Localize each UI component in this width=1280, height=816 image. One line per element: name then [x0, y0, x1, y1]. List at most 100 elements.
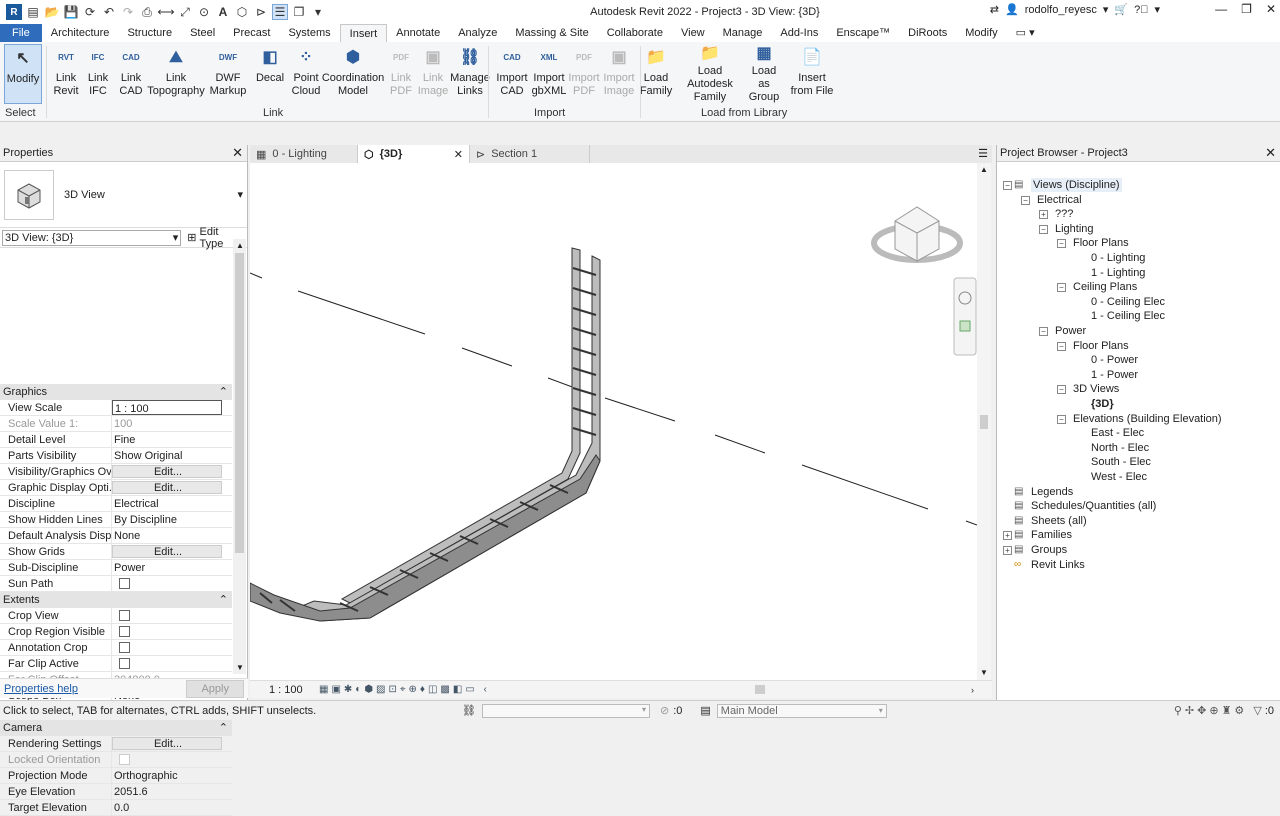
browser-node-schedules-quantities-all[interactable]: Schedules/Quantities (all) — [1031, 499, 1156, 513]
property-value[interactable]: Electrical — [112, 496, 232, 511]
browser-node-1-lighting[interactable]: 1 - Lighting — [1091, 266, 1145, 280]
property-value[interactable]: Fine — [112, 432, 232, 447]
collapse-icon[interactable]: ⌃ — [219, 384, 228, 400]
ribbon-tab-collaborate[interactable]: Collaborate — [598, 24, 672, 42]
ribbon-button-modify[interactable]: ↖ Modify — [4, 44, 42, 104]
property-value[interactable]: Orthographic — [112, 768, 232, 783]
property-value[interactable]: Power — [112, 560, 232, 575]
ribbon-tab-diroots[interactable]: DiRoots — [899, 24, 956, 42]
selection-filter-icons[interactable]: ⚲✢✥⊕♜⚙ ▽ — [1174, 704, 1265, 717]
redo-icon[interactable]: ↷ — [120, 4, 136, 20]
ribbon-tab-modify[interactable]: Modify — [956, 24, 1006, 42]
property-value[interactable]: Show Original — [112, 448, 232, 463]
revit-logo-icon[interactable]: R — [6, 4, 22, 20]
design-options-icon[interactable]: ▤ — [700, 704, 710, 717]
dimension-icon[interactable]: ⤢ — [177, 4, 193, 20]
property-edit-button[interactable]: Edit... — [112, 481, 222, 494]
ribbon-tab-architecture[interactable]: Architecture — [42, 24, 119, 42]
switch-windows-icon[interactable]: ❐ — [291, 4, 307, 20]
property-edit-button[interactable]: Edit... — [112, 465, 222, 478]
browser-node-revit-links[interactable]: Revit Links — [1031, 558, 1085, 572]
tag-icon[interactable]: ⊙ — [196, 4, 212, 20]
property-category[interactable]: Camera ⌃ — [0, 720, 232, 736]
ribbon-tab-add-ins[interactable]: Add-Ins — [771, 24, 827, 42]
browser-node-0-lighting[interactable]: 0 - Lighting — [1091, 251, 1145, 265]
property-value[interactable]: 2051.6 — [112, 784, 232, 799]
ribbon-tab-structure[interactable]: Structure — [118, 24, 181, 42]
browser-node-3d[interactable]: {3D} — [1091, 397, 1114, 411]
ribbon-button-load-autodesk-family[interactable]: 📁 Load Autodesk Family — [676, 44, 744, 104]
browser-node-sheets-all[interactable]: Sheets (all) — [1031, 514, 1087, 528]
property-value[interactable]: 0.0 — [112, 800, 232, 815]
view-scale[interactable]: 1 : 100 — [269, 684, 319, 696]
viewport-vertical-scrollbar[interactable]: ▲ ▼ — [977, 163, 991, 680]
sync-icon[interactable]: ⟳ — [82, 4, 98, 20]
horizontal-scrollbar[interactable] — [755, 685, 765, 694]
chevron-down-icon[interactable]: ▾ — [1103, 3, 1109, 16]
browser-node-ceiling-plans[interactable]: Ceiling Plans — [1073, 280, 1137, 294]
property-checkbox[interactable] — [119, 658, 130, 669]
ribbon-button-link-revit[interactable]: RVT Link Revit — [50, 44, 82, 104]
property-value[interactable]: By Discipline — [112, 512, 232, 527]
tree-toggle-icon[interactable]: + — [1003, 531, 1012, 541]
scroll-thumb[interactable] — [235, 253, 244, 553]
ribbon-tab-manage[interactable]: Manage — [714, 24, 772, 42]
chevron-down-icon[interactable]: ▾ — [1154, 3, 1160, 16]
measure-icon[interactable]: ⟷ — [157, 4, 174, 20]
type-selector[interactable]: 3D View ▾ — [0, 162, 247, 228]
thin-lines-icon[interactable]: ☰ — [272, 4, 288, 20]
user-icon[interactable]: 👤 — [1005, 3, 1019, 16]
browser-node-0-ceiling-elec[interactable]: 0 - Ceiling Elec — [1091, 295, 1165, 309]
ribbon-button-import-gbxml[interactable]: XML Import gbXML — [530, 44, 568, 104]
minimize-icon[interactable]: — — [1215, 2, 1227, 16]
property-checkbox[interactable] — [119, 626, 130, 637]
collapse-icon[interactable]: ⌃ — [219, 720, 228, 736]
ribbon-button-load-family[interactable]: 📁 Load Family — [640, 44, 672, 104]
open-icon[interactable]: ▤ — [25, 4, 41, 20]
tree-toggle-icon[interactable]: − — [1057, 385, 1066, 395]
restore-icon[interactable]: ❐ — [1241, 2, 1252, 16]
open-folder-icon[interactable]: 📂 — [44, 4, 60, 20]
scroll-down-icon[interactable]: ▼ — [236, 663, 244, 672]
ribbon-options-icon[interactable]: ▭ ▾ — [1007, 24, 1044, 42]
browser-node-west-elec[interactable]: West - Elec — [1091, 470, 1147, 484]
property-checkbox[interactable] — [119, 578, 130, 589]
browser-node-0-power[interactable]: 0 - Power — [1091, 353, 1138, 367]
browser-node-floor-plans[interactable]: Floor Plans — [1073, 236, 1129, 250]
workset-selector[interactable]: ▾ — [481, 703, 650, 718]
undo-icon[interactable]: ↶ — [101, 4, 117, 20]
browser-node-[interactable]: ??? — [1055, 207, 1073, 221]
property-checkbox[interactable] — [119, 754, 130, 765]
cart-icon[interactable]: 🛒 — [1114, 3, 1128, 16]
tree-toggle-icon[interactable]: − — [1003, 181, 1012, 190]
ribbon-tab-file[interactable]: File — [0, 24, 42, 42]
ribbon-button-insert-from-file[interactable]: 📄 Insert from File — [789, 44, 835, 104]
browser-node-east-elec[interactable]: East - Elec — [1091, 426, 1144, 440]
property-category[interactable]: Extents ⌃ — [0, 592, 232, 608]
ribbon-tab-insert[interactable]: Insert — [339, 24, 388, 42]
properties-scrollbar[interactable]: ▲ ▼ — [233, 239, 246, 674]
collapse-icon[interactable]: ⌃ — [219, 592, 228, 608]
scroll-up-icon[interactable]: ▲ — [236, 241, 244, 250]
close-icon[interactable]: ✕ — [1265, 145, 1276, 161]
ribbon-tab-steel[interactable]: Steel — [181, 24, 224, 42]
view-tabs-menu-icon[interactable]: ☰ — [978, 145, 988, 163]
browser-node-electrical[interactable]: Electrical — [1037, 193, 1082, 207]
property-edit-button[interactable]: Edit... — [112, 737, 222, 750]
ribbon-button-import-cad[interactable]: CAD Import CAD — [496, 44, 528, 104]
property-category[interactable]: Graphics ⌃ — [0, 384, 232, 400]
design-option-selector[interactable]: Main Model ▾ — [716, 703, 887, 718]
help-icon[interactable]: ?⃝ — [1134, 4, 1148, 16]
tree-toggle-icon[interactable]: − — [1057, 283, 1066, 293]
view-tab-section[interactable]: ⊳ Section 1 — [470, 145, 590, 163]
3d-viewport[interactable] — [250, 163, 977, 680]
ribbon-tab-enscape[interactable]: Enscape™ — [827, 24, 899, 42]
tree-toggle-icon[interactable]: − — [1057, 341, 1066, 351]
browser-node-3d-views[interactable]: 3D Views — [1073, 382, 1119, 396]
ribbon-tab-view[interactable]: View — [672, 24, 714, 42]
ribbon-group-label[interactable]: Select — [5, 107, 36, 119]
ribbon-button-coordination-model[interactable]: ⬢ Coordination Model — [322, 44, 384, 104]
browser-node-legends[interactable]: Legends — [1031, 485, 1073, 499]
browser-node-families[interactable]: Families — [1031, 528, 1072, 542]
print-icon[interactable]: ⎙ — [139, 4, 155, 20]
